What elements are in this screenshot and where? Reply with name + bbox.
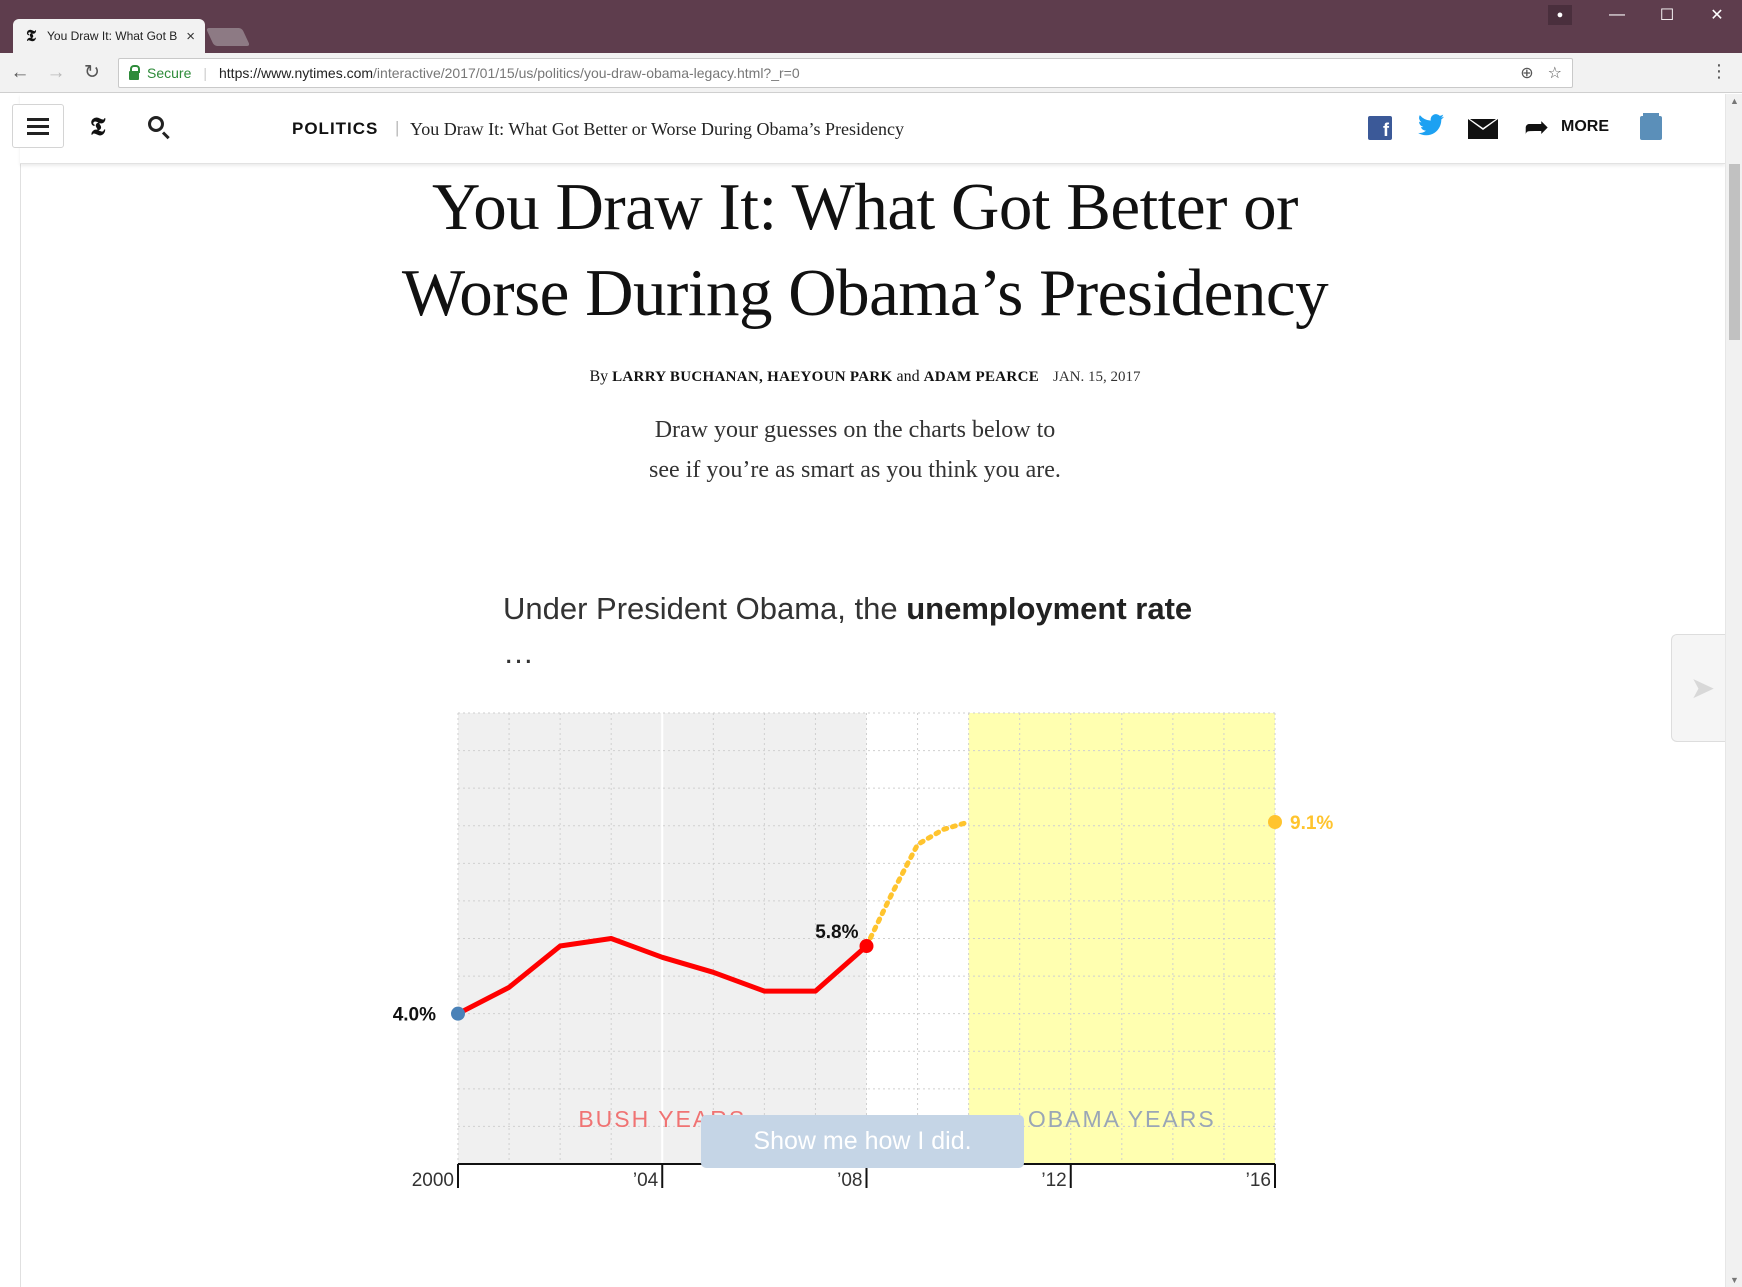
x-tick-label: ’08 [837,1170,862,1191]
you-draw-it-chart[interactable]: BUSH YEARS OBAMA YEARS2000’04’08’12’164.0… [0,0,1742,1287]
region-label: OBAMA YEARS [1028,1106,1216,1132]
start-point [451,1006,465,1021]
scroll-thumb[interactable] [1729,164,1740,340]
show-me-how-i-did-button[interactable]: Show me how I did. [701,1115,1024,1168]
scroll-up-icon[interactable]: ▲ [1730,96,1739,106]
page-scrollbar[interactable]: ▲ ▼ [1725,94,1742,1287]
scroll-down-icon[interactable]: ▼ [1730,1275,1739,1285]
value-label: 4.0% [393,1005,436,1026]
value-label: 9.1% [1290,813,1333,834]
target-point [1268,814,1282,829]
x-tick-label: ’12 [1041,1170,1066,1191]
x-tick-label: ’16 [1246,1170,1271,1191]
x-tick-label: ’04 [633,1170,659,1191]
x-tick-label: 2000 [412,1170,454,1191]
value-label: 5.8% [815,922,858,943]
handoff-point [859,939,874,954]
